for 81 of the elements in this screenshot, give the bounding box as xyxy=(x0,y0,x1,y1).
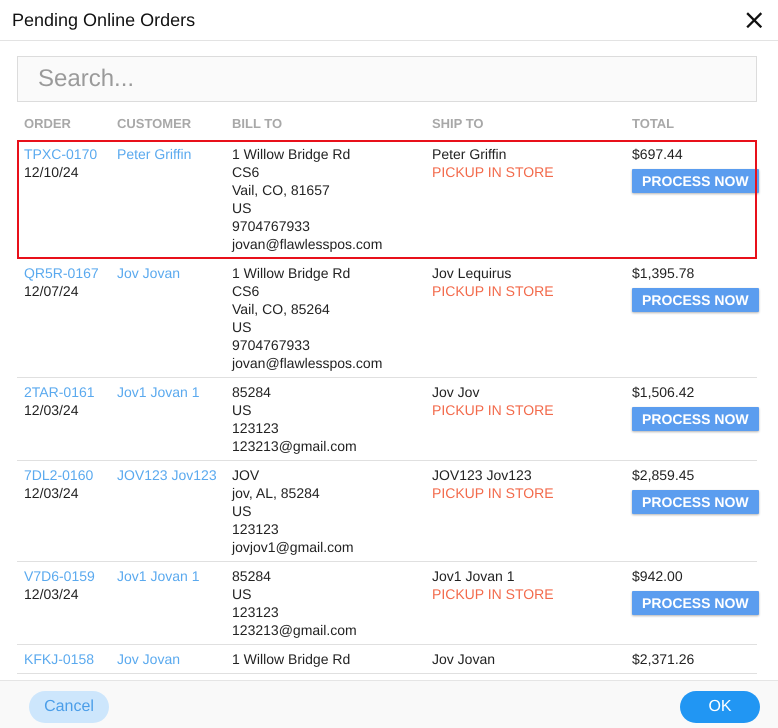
order-number-link[interactable]: V7D6-0159 xyxy=(24,567,95,585)
process-now-button[interactable]: PROCESS NOW xyxy=(632,490,759,514)
order-number-link[interactable]: 7DL2-0160 xyxy=(24,466,94,484)
shipping-method: PICKUP IN STORE xyxy=(432,484,554,502)
order-number-link[interactable]: KFKJ-0158 xyxy=(24,650,94,668)
ship-to-name: Peter Griffin xyxy=(432,145,506,163)
shipping-method: PICKUP IN STORE xyxy=(432,163,554,181)
ship-to-name: Jov Jov xyxy=(432,383,480,401)
bill-to-line: 1 Willow Bridge Rd xyxy=(232,650,350,668)
ok-button[interactable]: OK xyxy=(680,690,760,722)
order-date: 12/03/24 xyxy=(24,585,78,603)
ship-to-name: Jov Lequirus xyxy=(432,264,512,282)
column-header: TOTAL xyxy=(632,116,676,131)
bill-to-line: 123123 xyxy=(232,520,279,538)
window-title: Pending Online Orders xyxy=(12,10,196,30)
process-now-button[interactable]: PROCESS NOW xyxy=(632,288,759,312)
bill-to-line: jovjov1@gmail.com xyxy=(232,538,354,556)
cancel-button[interactable]: Cancel xyxy=(29,690,109,722)
bill-to-line: jovan@flawlesspos.com xyxy=(232,235,382,253)
bill-to-line: US xyxy=(232,502,252,520)
order-total: $1,506.42 xyxy=(632,383,694,401)
column-header: CUSTOMER xyxy=(117,116,192,131)
order-row[interactable]: QR5R-0167 12/07/24 Jov Jovan 1 Willow Bridge Rd CS6 Vail, CO, 85264 US 9704767933 jovan@flawlesspos.com Jov Lequirus PICKUP IN STORE $1,395.78 PROCESS NOW xyxy=(17,259,757,378)
bill-to-line: JOV xyxy=(232,466,260,484)
process-now-button[interactable]: PROCESS NOW xyxy=(632,169,759,193)
shipping-method: PICKUP IN STORE xyxy=(432,401,554,419)
order-number-link[interactable]: QR5R-0167 xyxy=(24,264,99,282)
order-number-link[interactable]: 2TAR-0161 xyxy=(24,383,95,401)
shipping-method: PICKUP IN STORE xyxy=(432,585,554,603)
order-date: 12/03/24 xyxy=(24,401,78,419)
column-header: BILL TO xyxy=(232,116,284,131)
bill-to-line: US xyxy=(232,401,252,419)
bill-to-line: 85284 xyxy=(232,567,271,585)
order-number-link[interactable]: TPXC-0170 xyxy=(24,145,98,163)
bill-to-line: 123213@gmail.com xyxy=(232,437,357,455)
customer-link[interactable]: JOV123 Jov123 xyxy=(117,466,217,484)
order-date: 12/10/24 xyxy=(24,163,78,181)
order-date: 12/03/24 xyxy=(24,484,78,502)
order-row[interactable]: 2TAR-0161 12/03/24 Jov1 Jovan 1 85284 US 123123 123213@gmail.com Jov Jov PICKUP IN STORE $1,506.42 PROCESS NOW xyxy=(17,378,757,461)
order-total: $2,859.45 xyxy=(632,466,694,484)
process-now-button[interactable]: PROCESS NOW xyxy=(632,591,759,615)
order-total: $2,371.26 xyxy=(632,650,694,668)
order-row[interactable]: KFKJ-0158 Jov Jovan 1 Willow Bridge Rd Jov Jovan $2,371.26 xyxy=(17,645,757,674)
process-now-button[interactable]: PROCESS NOW xyxy=(632,407,759,431)
bill-to-line: Vail, CO, 85264 xyxy=(232,300,330,318)
bill-to-line: 85284 xyxy=(232,383,271,401)
order-total: $697.44 xyxy=(632,145,683,163)
ship-to-name: Jov1 Jovan 1 xyxy=(432,567,514,585)
bill-to-line: 9704767933 xyxy=(232,217,310,235)
customer-link[interactable]: Jov1 Jovan 1 xyxy=(117,383,200,401)
bill-to-line: US xyxy=(232,318,252,336)
order-total: $942.00 xyxy=(632,567,683,585)
order-row[interactable]: 7DL2-0160 12/03/24 JOV123 Jov123 JOV jov, AL, 85284 US 123123 jovjov1@gmail.com JOV123 Jov123 PICKUP IN STORE $2,859.45 PROCESS NOW xyxy=(17,461,757,562)
ship-to-name: Jov Jovan xyxy=(432,650,496,668)
close-button[interactable]: × xyxy=(738,6,770,34)
bill-to-line: jovan@flawlesspos.com xyxy=(232,354,382,372)
column-header: ORDER xyxy=(24,116,72,131)
bill-to-line: 123213@gmail.com xyxy=(232,621,357,639)
ship-to-name: JOV123 Jov123 xyxy=(432,466,532,484)
customer-link[interactable]: Jov Jovan xyxy=(117,650,180,668)
bill-to-line: 123123 xyxy=(232,419,279,437)
bill-to-line: US xyxy=(232,199,252,217)
order-date: 12/07/24 xyxy=(24,282,78,300)
bill-to-line: CS6 xyxy=(232,163,260,181)
bill-to-line: 1 Willow Bridge Rd xyxy=(232,145,350,163)
bill-to-line: 9704767933 xyxy=(232,336,310,354)
bill-to-line: 123123 xyxy=(232,603,279,621)
customer-link[interactable]: Peter Griffin xyxy=(117,145,192,163)
customer-link[interactable]: Jov Jovan xyxy=(117,264,180,282)
bill-to-line: jov, AL, 85284 xyxy=(232,484,320,502)
bill-to-line: 1 Willow Bridge Rd xyxy=(232,264,350,282)
order-row[interactable]: V7D6-0159 12/03/24 Jov1 Jovan 1 85284 US 123123 123213@gmail.com Jov1 Jovan 1 PICKUP IN STORE $942.00 PROCESS NOW xyxy=(17,562,757,645)
customer-link[interactable]: Jov1 Jovan 1 xyxy=(117,567,200,585)
order-total: $1,395.78 xyxy=(632,264,694,282)
search-field[interactable]: Search... xyxy=(17,56,757,102)
column-header: SHIP TO xyxy=(432,116,485,131)
bill-to-line: US xyxy=(232,585,252,603)
order-row[interactable]: TPXC-0170 12/10/24 Peter Griffin 1 Willow Bridge Rd CS6 Vail, CO, 81657 US 9704767933 jovan@flawlesspos.com Peter Griffin PICKUP IN STORE $697.44 PROCESS NOW xyxy=(17,140,757,259)
bill-to-line: Vail, CO, 81657 xyxy=(232,181,330,199)
bill-to-line: CS6 xyxy=(232,282,260,300)
shipping-method: PICKUP IN STORE xyxy=(432,282,554,300)
